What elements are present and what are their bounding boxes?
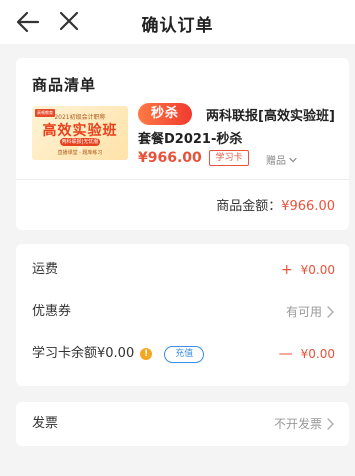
divider bbox=[16, 179, 349, 180]
product-name-line2: 套餐D2021-秒杀 bbox=[138, 132, 243, 147]
product-name-line1: 两科联报[高效实验班] bbox=[206, 109, 335, 124]
plus-sign: + bbox=[280, 262, 293, 278]
chevron-down-icon bbox=[289, 157, 297, 162]
study-card-value: ¥0.00 bbox=[300, 347, 335, 361]
study-card-row: 学习卡余额¥0.00 ! 充值 — ¥0.00 bbox=[32, 344, 335, 364]
product-thumbnail[interactable]: 高顿教育 2021初级会计职称 高效实验班 两科联报|无忧服务 直播课堂 · 题… bbox=[32, 106, 128, 160]
coupon-row[interactable]: 优惠券 有可用 bbox=[32, 302, 335, 322]
coupon-value: 有可用 bbox=[285, 305, 322, 319]
coupon-value-group[interactable]: 有可用 bbox=[286, 302, 335, 322]
subtotal-row: 商品金额：¥966.00 bbox=[216, 195, 335, 214]
study-card-balance-label: 学习卡余额¥0.00 bbox=[32, 346, 135, 361]
minus-sign: — bbox=[278, 346, 293, 362]
top-bar: 确认订单 bbox=[0, 0, 355, 44]
shipping-value: ¥0.00 bbox=[300, 263, 335, 277]
invoice-value-group[interactable]: 不开发票 bbox=[274, 414, 335, 434]
page-title: 确认订单 bbox=[141, 16, 214, 36]
info-icon[interactable]: ! bbox=[140, 348, 153, 360]
chevron-right-icon bbox=[327, 418, 334, 430]
invoice-row[interactable]: 发票 不开发票 bbox=[32, 414, 335, 434]
top-up-button[interactable]: 充值 bbox=[164, 345, 205, 363]
shipping-label: 运费 bbox=[32, 262, 59, 277]
flash-sale-badge: 秒杀 bbox=[138, 103, 192, 125]
coupon-label: 优惠券 bbox=[32, 304, 72, 319]
invoice-card[interactable]: 发票 不开发票 bbox=[16, 402, 349, 446]
subtotal-value: ¥966.00 bbox=[281, 199, 335, 214]
thumbnail-tag: 两科联报|无忧服务 bbox=[60, 138, 100, 153]
invoice-value: 不开发票 bbox=[273, 417, 322, 431]
subtotal-label: 商品金额： bbox=[216, 199, 282, 214]
invoice-label: 发票 bbox=[32, 416, 59, 431]
shipping-value-group: + ¥0.00 bbox=[281, 260, 335, 280]
chevron-right-icon bbox=[327, 306, 334, 318]
product-price: ¥966.00 bbox=[138, 150, 202, 166]
study-card-value-group: — ¥0.00 bbox=[279, 344, 335, 364]
study-card-tag: 学习卡 bbox=[209, 150, 249, 166]
shipping-row: 运费 + ¥0.00 bbox=[32, 260, 335, 280]
thumbnail-footer: 直播课堂 · 题库练习 bbox=[57, 150, 103, 156]
section-title: 商品清单 bbox=[32, 76, 97, 94]
product-list-card: 商品清单 高顿教育 2021初级会计职称 高效实验班 两科联报|无忧服务 直播课… bbox=[16, 58, 349, 230]
study-card-label-group: 学习卡余额¥0.00 ! 充值 bbox=[32, 344, 205, 364]
gift-label: 赠品 bbox=[266, 156, 286, 167]
gift-dropdown[interactable]: 赠品 bbox=[266, 152, 297, 167]
thumbnail-title: 高效实验班 bbox=[42, 123, 118, 139]
fees-card: 运费 + ¥0.00 优惠券 有可用 学习卡余额¥0.00 ! 充值 — ¥0.… bbox=[16, 244, 349, 386]
